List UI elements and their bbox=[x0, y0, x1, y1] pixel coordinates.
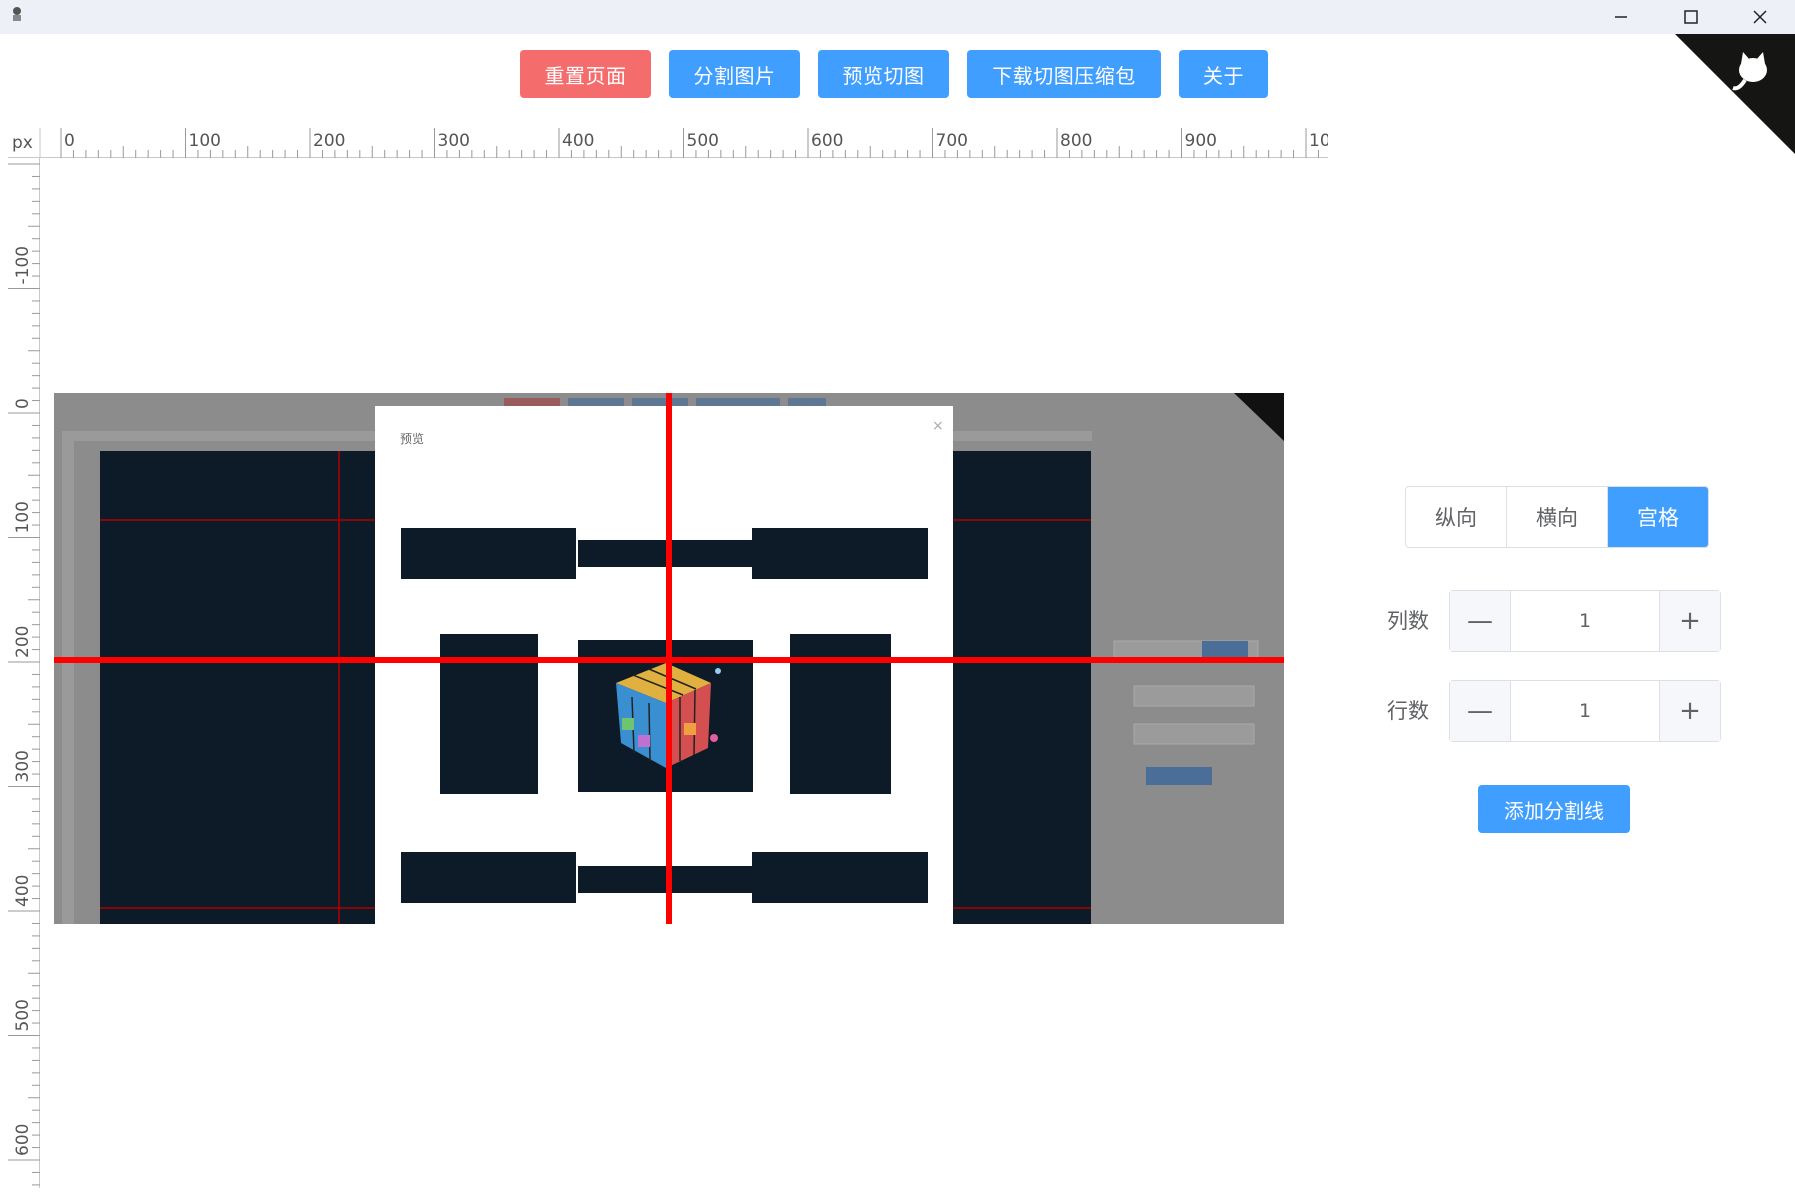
ruler-v-label: 100 bbox=[13, 501, 33, 533]
split-image-button[interactable]: 分割图片 bbox=[669, 50, 800, 98]
ruler-h-label: 300 bbox=[438, 131, 470, 151]
horizontal-ruler: px 0 100 200 300 400 500 600 700 800 900 10 bbox=[8, 128, 1328, 158]
ruler-v-label: 300 bbox=[13, 750, 33, 782]
ruler-h-label: 900 bbox=[1185, 131, 1217, 151]
app-icon bbox=[13, 7, 21, 21]
about-button[interactable]: 关于 bbox=[1179, 50, 1268, 98]
ruler-v-label: -100 bbox=[13, 246, 33, 285]
preview-close-symbol: × bbox=[932, 418, 944, 434]
image-canvas[interactable]: 预览 × bbox=[54, 393, 1284, 924]
horizontal-split-line[interactable] bbox=[54, 657, 1284, 663]
ruler-h-label: 100 bbox=[189, 131, 221, 151]
mode-option-0[interactable]: 纵向 bbox=[1406, 487, 1507, 547]
ruler-v-label: 500 bbox=[13, 999, 33, 1031]
ruler-v-label: 0 bbox=[13, 398, 33, 409]
ruler-h-label: 800 bbox=[1060, 131, 1092, 151]
control-panel: 纵向 横向 宫格 列数 — 1 + 行数 — 1 + 添加分割线 bbox=[1380, 0, 1780, 1201]
rows-decrease-button[interactable]: — bbox=[1450, 681, 1511, 741]
mode-option-1[interactable]: 横向 bbox=[1507, 487, 1608, 547]
rows-value[interactable]: 1 bbox=[1511, 681, 1659, 741]
rows-stepper: — 1 + bbox=[1449, 680, 1721, 742]
columns-value[interactable]: 1 bbox=[1511, 591, 1659, 651]
split-mode-selector: 纵向 横向 宫格 bbox=[1405, 486, 1709, 548]
columns-increase-button[interactable]: + bbox=[1659, 591, 1720, 651]
ruler-v-label: 200 bbox=[13, 626, 33, 658]
columns-stepper: — 1 + bbox=[1449, 590, 1721, 652]
ruler-unit: px bbox=[12, 133, 33, 153]
reset-page-button[interactable]: 重置页面 bbox=[520, 50, 651, 98]
rows-increase-button[interactable]: + bbox=[1659, 681, 1720, 741]
vertical-ruler: -100 0 100 200 300 400 500 600 bbox=[8, 158, 40, 1188]
ruler-v-label: 600 bbox=[13, 1124, 33, 1156]
ruler-h-label: 10 bbox=[1309, 131, 1328, 151]
columns-decrease-button[interactable]: — bbox=[1450, 591, 1511, 651]
ruler-v-label: 400 bbox=[13, 875, 33, 907]
add-split-line-button[interactable]: 添加分割线 bbox=[1478, 785, 1630, 833]
preview-dialog-title: 预览 bbox=[400, 431, 424, 446]
rows-label: 行数 bbox=[1387, 699, 1429, 723]
preview-slices-button[interactable]: 预览切图 bbox=[818, 50, 949, 98]
ruler-h-label: 700 bbox=[936, 131, 968, 151]
download-zip-button[interactable]: 下载切图压缩包 bbox=[967, 50, 1161, 98]
ruler-h-label: 600 bbox=[811, 131, 843, 151]
ruler-h-label: 200 bbox=[313, 131, 345, 151]
ruler-h-label: 500 bbox=[687, 131, 719, 151]
ruler-h-label: 400 bbox=[562, 131, 594, 151]
columns-label: 列数 bbox=[1387, 609, 1429, 633]
loaded-image: 预览 × bbox=[54, 393, 1284, 924]
ruler-h-label: 0 bbox=[64, 131, 75, 151]
mode-option-2[interactable]: 宫格 bbox=[1608, 487, 1708, 547]
